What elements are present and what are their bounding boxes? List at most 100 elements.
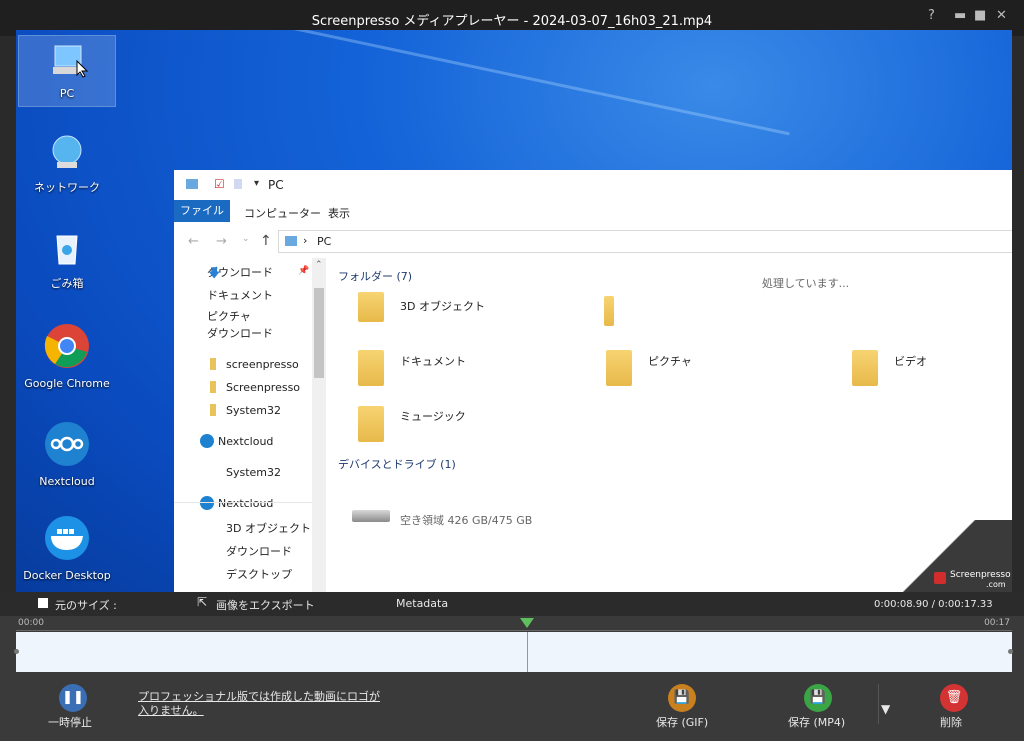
delete-label[interactable]: 削除: [940, 714, 962, 730]
processing-status: 処理しています...: [762, 277, 850, 290]
nav-item[interactable]: ダウンロード: [207, 325, 273, 341]
help-button[interactable]: ?: [928, 8, 935, 23]
desktop-icon-label: ネットワーク: [34, 181, 100, 194]
pro-notice-link-2[interactable]: 入りません。: [138, 702, 204, 718]
desktop-icon-recycle-bin[interactable]: ごみ箱: [19, 228, 115, 291]
nav-item[interactable]: Nextcloud: [218, 497, 273, 510]
save-mp4-button[interactable]: 💾: [804, 684, 832, 712]
drive-space[interactable]: 空き領域 426 GB/475 GB: [400, 512, 532, 528]
folder-small-icon: [210, 404, 216, 416]
folder-icon[interactable]: [606, 350, 632, 386]
nav-item[interactable]: ドキュメント: [207, 287, 273, 303]
trim-end-handle[interactable]: [1008, 649, 1013, 654]
checkmark-icon[interactable]: ☑: [214, 177, 225, 191]
desktop-icon-network[interactable]: ネットワーク: [19, 132, 115, 195]
timeline-track[interactable]: [16, 632, 1012, 672]
nav-item[interactable]: Nextcloud: [218, 435, 273, 448]
nav-item[interactable]: System32: [226, 466, 281, 479]
folder-small-icon: [210, 358, 216, 370]
nav-item[interactable]: ピクチャ: [207, 308, 251, 324]
tab-computer[interactable]: コンピューター: [244, 205, 321, 221]
minimize-button[interactable]: ▬: [954, 8, 966, 23]
scroll-up-icon[interactable]: ⌃: [315, 260, 323, 270]
scroll-thumb[interactable]: [314, 288, 324, 378]
floppy-icon: 💾: [809, 690, 827, 705]
section-folders[interactable]: フォルダー (7): [338, 268, 412, 284]
wallpaper-streak: [202, 30, 790, 136]
nav-item[interactable]: 3D オブジェクト: [226, 520, 311, 536]
nav-divider: [174, 502, 326, 503]
desktop-icon-pc[interactable]: PC: [18, 35, 116, 107]
export-image-button[interactable]: 画像をエクスポート: [216, 597, 315, 613]
folder-label[interactable]: ミュージック: [400, 408, 466, 424]
folder-label[interactable]: ピクチャ: [648, 353, 692, 369]
watermark-text: Screenpresso: [950, 570, 1011, 580]
delete-button[interactable]: 🗑: [940, 684, 968, 712]
download-arrow-icon: 🡇: [208, 266, 221, 280]
recent-chevron-icon[interactable]: ⌄: [242, 234, 250, 244]
metadata-button[interactable]: Metadata: [396, 597, 448, 610]
nav-scrollbar[interactable]: ⌃: [312, 258, 326, 592]
desktop-icon-label: Docker Desktop: [23, 569, 111, 582]
trim-start-handle[interactable]: [14, 649, 19, 654]
export-icon[interactable]: ⇱: [197, 595, 207, 609]
pin-icon[interactable]: 📌: [298, 266, 309, 276]
folder-label[interactable]: ドキュメント: [400, 353, 466, 369]
pc-address-icon: [285, 236, 297, 246]
desktop-icon-label: ごみ箱: [50, 277, 84, 290]
back-arrow-icon[interactable]: ←: [188, 234, 199, 249]
pc-small-icon: [186, 179, 198, 189]
nav-item[interactable]: ダウンロード: [226, 543, 292, 559]
desktop-icon-label: Nextcloud: [39, 475, 95, 488]
trash-icon: 🗑: [945, 690, 963, 705]
nav-item[interactable]: Screenpresso: [226, 381, 300, 394]
doc-icon[interactable]: [234, 179, 242, 189]
save-mp4-label[interactable]: 保存 (MP4): [788, 714, 845, 730]
nav-item[interactable]: screenpresso: [226, 358, 299, 371]
chevron-down-icon[interactable]: ▾: [254, 178, 259, 189]
folder-icon[interactable]: [358, 406, 384, 442]
desktop-icon-docker[interactable]: Docker Desktop: [19, 514, 115, 582]
save-gif-label[interactable]: 保存 (GIF): [656, 714, 708, 730]
folder-label[interactable]: 3D オブジェクト: [400, 298, 485, 314]
forward-arrow-icon[interactable]: →: [216, 234, 227, 249]
ribbon: ファイル コンピューター 表示: [174, 200, 1012, 223]
close-button[interactable]: ✕: [996, 8, 1007, 23]
desktop-icon-nextcloud[interactable]: Nextcloud: [19, 420, 115, 488]
up-arrow-icon[interactable]: ↑: [260, 233, 272, 249]
nextcloud-icon: [45, 422, 89, 466]
folder-icon[interactable]: [852, 350, 878, 386]
player-panel: 元のサイズ : ⇱ 画像をエクスポート Metadata 0:00:08.90 …: [0, 592, 1024, 741]
playhead-marker[interactable]: [519, 618, 534, 628]
navigation-pane: ダウンロード ドキュメント ピクチャ ダウンロード screenpresso S…: [174, 258, 326, 592]
start-time: 00:00: [18, 618, 44, 628]
folder-label[interactable]: ビデオ: [894, 353, 927, 369]
end-time: 00:17: [984, 618, 1010, 628]
folder-icon[interactable]: [604, 296, 614, 326]
nav-item[interactable]: System32: [226, 404, 281, 417]
section-devices[interactable]: デバイスとドライブ (1): [338, 456, 456, 472]
playhead-line: [526, 632, 528, 672]
folder-small-icon: [210, 381, 216, 393]
breadcrumb-separator: ›: [303, 234, 308, 247]
separator: [878, 684, 879, 724]
floppy-icon: 💾: [673, 690, 691, 705]
nav-item[interactable]: デスクトップ: [226, 566, 292, 582]
desktop-icon-chrome[interactable]: Google Chrome: [19, 322, 115, 390]
tab-file[interactable]: ファイル: [174, 200, 230, 222]
save-gif-button[interactable]: 💾: [668, 684, 696, 712]
timeline-ruler[interactable]: 00:00 00:17: [16, 616, 1012, 631]
dropdown-chevron-icon[interactable]: ▼: [881, 702, 890, 716]
player-toolbar: 元のサイズ : ⇱ 画像をエクスポート Metadata 0:00:08.90 …: [0, 592, 1024, 616]
original-size-checkbox[interactable]: [38, 598, 48, 608]
pause-icon: ❚❚: [62, 690, 84, 705]
maximize-button[interactable]: ■: [974, 8, 986, 23]
pause-button[interactable]: ❚❚: [59, 684, 87, 712]
drive-icon[interactable]: [352, 510, 390, 522]
folder-icon[interactable]: [358, 350, 384, 386]
explorer-window: ☑ ▾ PC ファイル コンピューター 表示 ← → ⌄ ↑ › PC ダウンロ…: [174, 170, 1012, 592]
folder-icon[interactable]: [358, 292, 384, 322]
chrome-icon: [44, 324, 89, 368]
address-bar[interactable]: › PC: [278, 230, 1012, 253]
tab-view[interactable]: 表示: [328, 205, 350, 221]
